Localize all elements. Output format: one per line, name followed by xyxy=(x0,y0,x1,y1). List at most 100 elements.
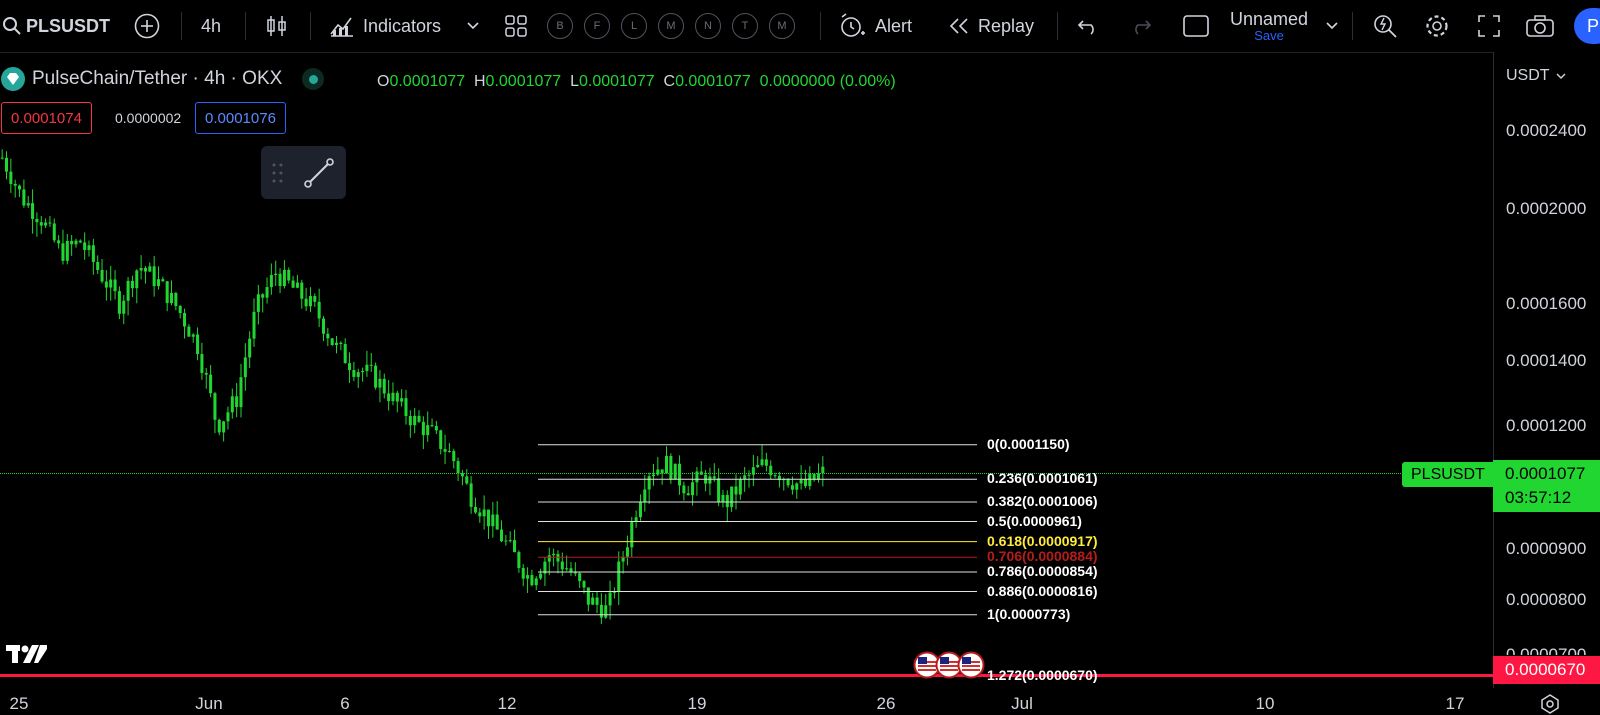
time-tick: 12 xyxy=(497,694,517,713)
candle-body xyxy=(604,605,608,618)
drag-handle-icon[interactable] xyxy=(271,162,285,184)
candle-body xyxy=(252,311,256,339)
close-label: C xyxy=(663,73,676,90)
candle-body xyxy=(339,342,343,345)
candle-body xyxy=(31,203,35,219)
last-price-tag: 0.0001077 03:57:12 xyxy=(1493,460,1600,512)
candle-body xyxy=(222,421,226,433)
candle-body xyxy=(565,568,569,570)
candle-body xyxy=(643,489,647,503)
candle-body xyxy=(326,333,330,339)
fib-level-label: 0.236(0.0001061) xyxy=(987,470,1098,487)
candle-body xyxy=(625,547,629,557)
candle-body xyxy=(39,222,43,226)
fib-level-label: 1.272(0.0000670) xyxy=(987,666,1098,683)
candle-body xyxy=(70,240,74,245)
candle-body xyxy=(469,483,473,507)
candle-body xyxy=(26,203,30,206)
price-line-red[interactable] xyxy=(0,674,1493,677)
time-tick: 19 xyxy=(687,694,707,713)
candle-body xyxy=(747,474,751,476)
candle-body xyxy=(156,279,161,287)
price-tick: 0.0002000 xyxy=(1506,199,1587,218)
buy-button[interactable]: 0.0001076 xyxy=(195,102,286,134)
candle-body xyxy=(387,393,391,402)
candle-body xyxy=(18,185,22,190)
candle-body xyxy=(304,298,308,307)
candle-body xyxy=(808,474,812,487)
candle-body xyxy=(369,364,373,366)
candle-body xyxy=(443,449,447,452)
candle-body xyxy=(691,482,695,496)
candle-body xyxy=(491,514,495,527)
candle-body xyxy=(756,465,760,468)
price-tick: 0.0002400 xyxy=(1506,121,1587,140)
high-label: H xyxy=(473,73,486,90)
spread-value: 0.0000002 xyxy=(115,110,182,126)
candle-body xyxy=(686,493,690,496)
last-price-value: 0.0001077 xyxy=(1505,464,1586,483)
time-tick: 17 xyxy=(1445,694,1465,713)
sell-button[interactable]: 0.0001074 xyxy=(1,102,92,134)
floating-drawing-toolbar[interactable] xyxy=(261,146,346,199)
candle-body xyxy=(13,183,17,186)
candle-body xyxy=(786,479,790,486)
candle-body xyxy=(313,296,317,302)
candle-body xyxy=(530,575,534,586)
candle-body xyxy=(265,287,269,298)
candle-body xyxy=(382,378,386,394)
candle-body xyxy=(52,223,56,241)
candle-body xyxy=(295,282,299,288)
symbol-legend[interactable]: PulseChain/Tether · 4h · OKX xyxy=(0,66,325,92)
candle-body xyxy=(521,567,525,579)
candle-body xyxy=(430,425,434,427)
candle-body xyxy=(122,300,126,314)
candle-body xyxy=(226,412,230,422)
candle-body xyxy=(664,455,669,474)
candle-body xyxy=(608,592,612,606)
time-axis-settings-icon[interactable] xyxy=(1539,693,1561,715)
candle-body xyxy=(269,275,273,288)
candle-body xyxy=(334,342,339,345)
candle-body xyxy=(708,476,712,484)
candle-body xyxy=(113,279,117,292)
candle-body xyxy=(395,392,399,402)
trend-line-icon[interactable] xyxy=(302,156,336,190)
currency-label: USDT xyxy=(1506,67,1550,84)
candle-body xyxy=(417,415,421,422)
low-value: 0.0001077 xyxy=(578,73,655,90)
candle-body xyxy=(456,461,460,474)
last-price-line xyxy=(0,473,1493,474)
candle-body xyxy=(486,509,491,527)
currency-selector[interactable]: USDT xyxy=(1506,67,1566,85)
candle-body xyxy=(0,157,4,159)
candle-body xyxy=(148,266,152,272)
candle-body xyxy=(130,280,134,289)
candle-body xyxy=(139,267,143,271)
candle-body xyxy=(300,282,304,299)
candle-body xyxy=(22,189,26,206)
candle-body xyxy=(473,506,477,513)
candle-body xyxy=(274,273,278,276)
price-tick: 0.0001400 xyxy=(1506,351,1587,370)
candle-body xyxy=(591,597,595,605)
candle-body xyxy=(248,338,252,358)
candle-body xyxy=(773,475,777,477)
candle-body xyxy=(478,512,482,517)
candle-body xyxy=(730,486,734,508)
candle-body xyxy=(378,378,382,388)
candle-body xyxy=(96,261,100,271)
candle-body xyxy=(87,245,91,250)
candle-body xyxy=(717,478,721,502)
candle-body xyxy=(734,486,738,495)
candle-body xyxy=(547,555,551,562)
price-tick: 0.0000700 xyxy=(1506,645,1587,655)
candle-body xyxy=(44,222,48,226)
candle-body xyxy=(673,463,677,480)
tradingview-logo-icon[interactable] xyxy=(6,643,48,665)
pulsechain-logo-icon xyxy=(1,67,25,91)
candle-body xyxy=(760,459,764,466)
change-value: 0.0000000 (0.00%) xyxy=(759,73,896,90)
economic-events[interactable] xyxy=(913,651,985,679)
candle-body xyxy=(200,354,204,373)
